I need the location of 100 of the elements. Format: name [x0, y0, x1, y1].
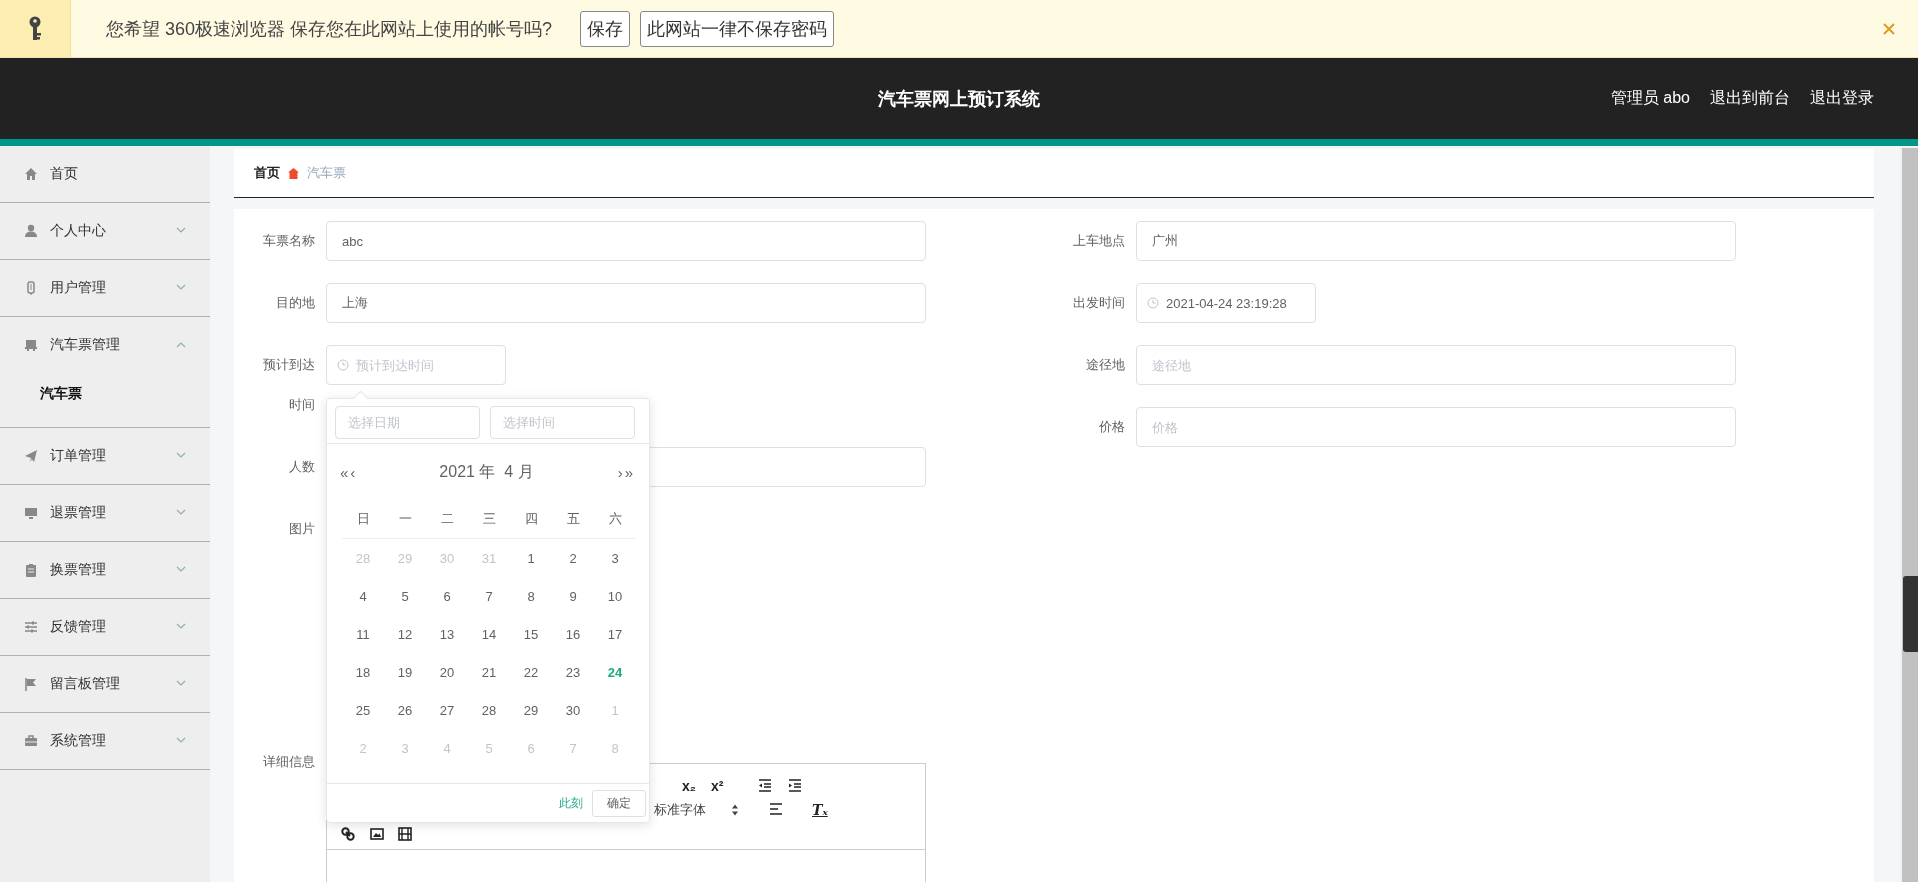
calendar-day[interactable]: 28: [479, 700, 499, 720]
calendar-day[interactable]: 26: [395, 700, 415, 720]
calendar-day[interactable]: 22: [521, 662, 541, 682]
field-label: 车票名称: [263, 232, 315, 250]
calendar-day[interactable]: 18: [353, 662, 373, 682]
previous-button[interactable]: «: [339, 463, 350, 481]
flag-icon: [24, 677, 38, 691]
calendar-day[interactable]: 17: [605, 624, 625, 644]
field-label: 图片: [289, 520, 315, 538]
previous-button[interactable]: ‹: [349, 463, 357, 481]
text-field[interactable]: abc: [326, 221, 926, 261]
calendar-day[interactable]: 13: [437, 624, 457, 644]
breadcrumb-link[interactable]: 首页: [254, 164, 280, 182]
image-icon[interactable]: [370, 827, 384, 841]
save-prompt-button[interactable]: 保存: [580, 10, 631, 47]
field-label: 出发时间: [1073, 294, 1125, 312]
weekday-label: 五: [566, 510, 580, 528]
next-button[interactable]: ›: [616, 463, 624, 481]
field-label: 价格: [1099, 418, 1125, 436]
calendar-day[interactable]: 15: [521, 624, 541, 644]
calendar-day[interactable]: 12: [395, 624, 415, 644]
weekday-label: 二: [440, 510, 454, 528]
datetime-field[interactable]: 2021-04-24 23:19:28: [1136, 283, 1316, 323]
date-field[interactable]: 选择日期: [335, 406, 480, 439]
calendar-day[interactable]: 9: [567, 586, 579, 606]
clipboard-icon: [24, 563, 38, 577]
text-field[interactable]: 价格: [1136, 407, 1736, 447]
home-icon: [24, 167, 38, 181]
clear-format-button[interactable]: Tₓ: [812, 802, 828, 818]
sliders-icon: [24, 620, 38, 634]
next-button[interactable]: »: [623, 463, 634, 481]
monitor-icon: [24, 506, 38, 520]
superscript-button[interactable]: x²: [711, 778, 724, 794]
indent-icon[interactable]: [788, 779, 802, 793]
calendar-day[interactable]: 25: [353, 700, 373, 720]
font-select[interactable]: 标准字体: [654, 801, 706, 819]
calendar-day[interactable]: 19: [395, 662, 415, 682]
calendar-day[interactable]: 4: [357, 586, 369, 606]
app-title: 汽车票网上预订系统: [878, 88, 1040, 109]
calendar-day[interactable]: 10: [605, 586, 625, 606]
calendar-day[interactable]: 20: [437, 662, 457, 682]
sidebar-item[interactable]: 换票管理: [0, 542, 210, 598]
microphone-icon: [24, 281, 38, 295]
calendar-day[interactable]: 27: [437, 700, 457, 720]
sidebar-item[interactable]: 反馈管理: [0, 599, 210, 655]
paper-plane-icon: [24, 449, 38, 463]
clock-icon: [337, 359, 349, 371]
up-down-icon[interactable]: [731, 803, 739, 817]
outdent-icon[interactable]: [758, 779, 772, 793]
sidebar-item[interactable]: 留言板管理: [0, 656, 210, 712]
calendar-day[interactable]: 29: [521, 700, 541, 720]
text-field[interactable]: 途径地: [1136, 345, 1736, 385]
calendar-day[interactable]: 23: [563, 662, 583, 682]
weekday-label: 日: [356, 510, 370, 528]
field-label: 人数: [289, 458, 315, 476]
confirm-button[interactable]: 确定: [592, 789, 646, 817]
field-label: 途径地: [1086, 356, 1125, 374]
field-label: 目的地: [276, 294, 315, 312]
calendar-day[interactable]: 16: [563, 624, 583, 644]
weekday-label: 四: [524, 510, 538, 528]
calendar-day[interactable]: 21: [479, 662, 499, 682]
calendar-day[interactable]: 7: [483, 586, 495, 606]
header-link[interactable]: 退出到前台: [1710, 88, 1790, 109]
calendar-day[interactable]: 1: [525, 548, 537, 568]
field-label: 详细信息: [263, 753, 315, 771]
sidebar-item[interactable]: 汽车票管理: [0, 317, 210, 373]
sidebar-item[interactable]: 个人中心: [0, 203, 210, 259]
calendar-day[interactable]: 5: [399, 586, 411, 606]
calendar-day[interactable]: 8: [525, 586, 537, 606]
home-icon: [288, 167, 299, 179]
month-title: 2021 年 4 月: [438, 461, 535, 482]
sidebar-item[interactable]: 订单管理: [0, 428, 210, 484]
link-icon[interactable]: [341, 827, 355, 841]
sidebar-item[interactable]: 用户管理: [0, 260, 210, 316]
calendar-day[interactable]: 2: [567, 548, 579, 568]
time-field[interactable]: 选择时间: [490, 406, 635, 439]
bus-icon: [24, 338, 38, 352]
datetime-field[interactable]: 预计到达时间: [326, 345, 506, 385]
key-icon: [27, 15, 43, 42]
field-label: 上车地点: [1073, 232, 1125, 250]
calendar-day[interactable]: 14: [479, 624, 499, 644]
text-field[interactable]: 上海: [326, 283, 926, 323]
user-icon: [24, 224, 38, 238]
calendar-day[interactable]: 6: [441, 586, 453, 606]
sidebar-item[interactable]: 首页: [0, 146, 210, 202]
sidebar-subitem[interactable]: 汽车票: [0, 373, 210, 427]
align-icon[interactable]: [769, 803, 783, 817]
video-icon[interactable]: [398, 827, 412, 841]
sidebar-item[interactable]: 系统管理: [0, 713, 210, 769]
calendar-day[interactable]: 11: [354, 624, 372, 644]
save-prompt-button[interactable]: 此网站一律不保存密码: [640, 10, 835, 47]
sidebar-item[interactable]: 退票管理: [0, 485, 210, 541]
subscript-button[interactable]: x₂: [682, 778, 696, 794]
calendar-day[interactable]: 3: [609, 548, 621, 568]
scrollbar-thumb[interactable]: [1902, 148, 1918, 882]
header-link[interactable]: 退出登录: [1810, 88, 1874, 109]
calendar-day[interactable]: 30: [563, 700, 583, 720]
text-field[interactable]: 广州: [1136, 221, 1736, 261]
clock-icon: [1147, 297, 1159, 309]
header-link[interactable]: 管理员 abo: [1610, 88, 1690, 109]
